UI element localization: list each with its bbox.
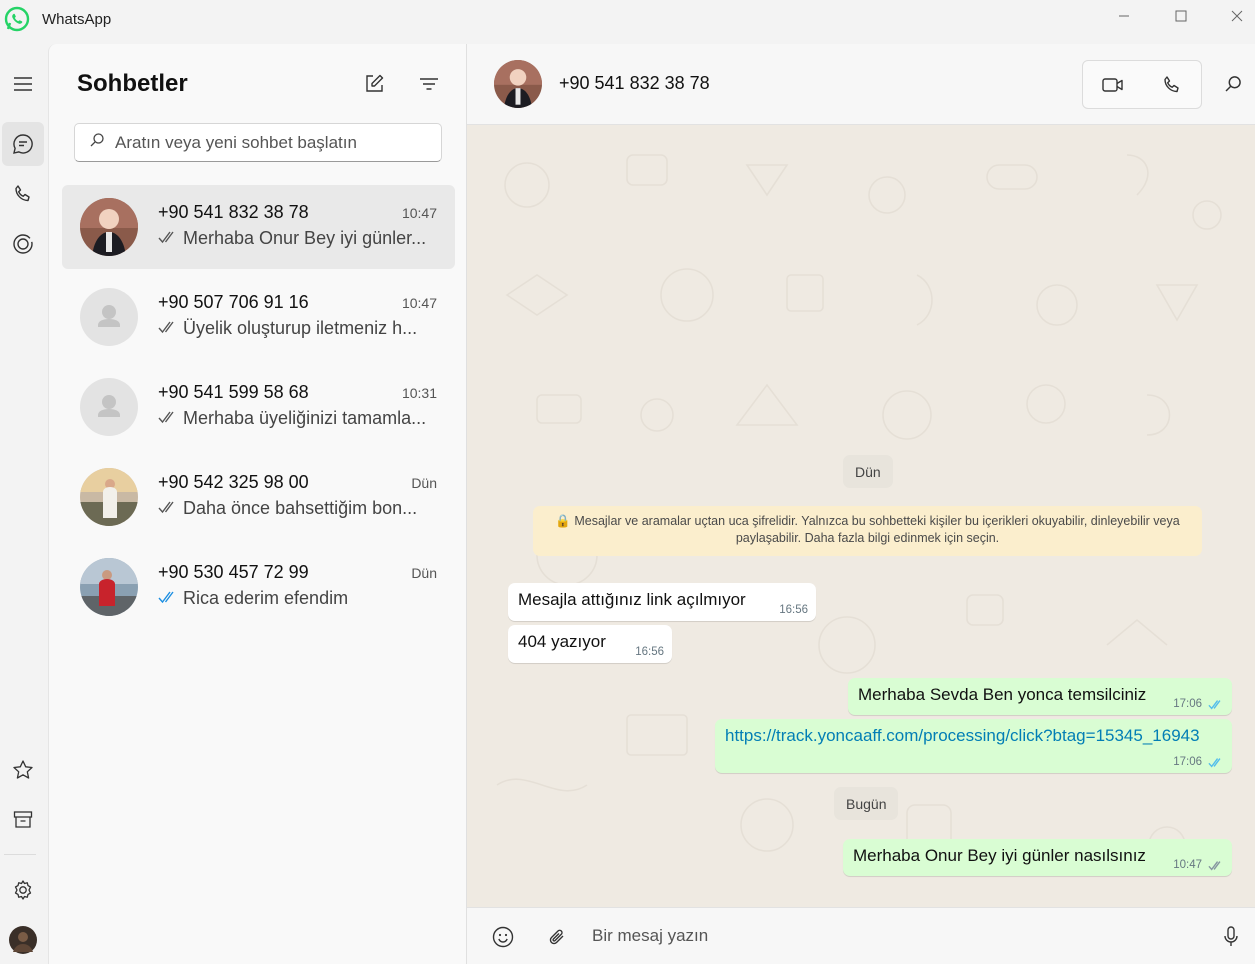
contact-avatar	[80, 198, 138, 256]
outgoing-message[interactable]: https://track.yoncaaff.com/processing/cl…	[715, 719, 1232, 773]
chat-preview: Merhaba Onur Bey iyi günler...	[158, 228, 428, 249]
double-check-icon	[1208, 860, 1221, 871]
message-time: 10:47	[1173, 859, 1202, 871]
double-check-icon	[158, 318, 178, 339]
chat-preview-text: Merhaba Onur Bey iyi günler...	[183, 228, 427, 248]
contact-name: +90 542 325 98 00	[158, 472, 309, 492]
double-check-icon	[158, 498, 178, 519]
encryption-notice[interactable]: 🔒 Mesajlar ve aramalar uçtan uca şifreli…	[533, 506, 1202, 556]
conversation-panel: +90 541 832 38 78 Dün 🔒 Mesajlar ve aram…	[467, 44, 1255, 964]
chat-time: 10:31	[401, 385, 437, 401]
chat-preview: Rica ederim efendim	[158, 588, 428, 609]
double-check-icon	[158, 408, 178, 429]
new-chat-icon[interactable]	[356, 66, 392, 102]
message-time: 17:06	[1173, 698, 1202, 710]
date-separator: Dün	[843, 455, 893, 488]
close-button[interactable]	[1209, 0, 1255, 32]
double-check-icon	[158, 228, 178, 249]
calls-nav-icon[interactable]	[2, 172, 44, 216]
message-time: 16:56	[779, 604, 808, 616]
message-composer	[467, 907, 1255, 964]
status-nav-icon[interactable]	[2, 222, 44, 266]
default-avatar-icon	[80, 378, 138, 436]
outgoing-message[interactable]: Merhaba Onur Bey iyi günler nasılsınız 1…	[843, 839, 1232, 876]
chat-list-item[interactable]: +90 507 706 91 16 10:47 Üyelik oluşturup…	[62, 275, 455, 359]
search-input[interactable]	[115, 132, 415, 153]
date-separator: Bugün	[834, 787, 899, 820]
chat-preview: Daha önce bahsettiğim bon...	[158, 498, 428, 519]
double-check-read-icon	[1208, 757, 1221, 768]
filter-icon[interactable]	[411, 66, 447, 102]
voice-call-icon[interactable]	[1142, 61, 1201, 108]
archived-chats-icon[interactable]	[2, 798, 44, 842]
outgoing-message[interactable]: Merhaba Sevda Ben yonca temsilciniz 17:0…	[848, 678, 1232, 715]
video-call-icon[interactable]	[1083, 61, 1142, 108]
chat-list-item[interactable]: +90 541 599 58 68 10:31 Merhaba üyeliğin…	[62, 365, 455, 449]
profile-avatar[interactable]	[2, 918, 44, 962]
contact-name: +90 541 832 38 78	[158, 202, 309, 222]
double-check-read-icon	[1208, 699, 1221, 710]
conversation-contact-name[interactable]: +90 541 832 38 78	[559, 73, 710, 94]
chat-time: 10:47	[401, 295, 437, 311]
chat-list-panel: Sohbetler +90 541 832 38 78 10:47 Merhab…	[48, 44, 467, 964]
message-text: 404 yazıyor	[518, 632, 606, 651]
navigation-rail	[0, 44, 48, 964]
minimize-button[interactable]	[1096, 0, 1152, 32]
search-box[interactable]	[74, 123, 442, 162]
rail-divider	[4, 854, 36, 855]
contact-name: +90 541 599 58 68	[158, 382, 309, 402]
message-link[interactable]: https://track.yoncaaff.com/processing/cl…	[725, 726, 1200, 745]
message-input[interactable]	[592, 922, 1172, 950]
incoming-message[interactable]: 404 yazıyor 16:56	[508, 625, 672, 663]
chat-preview-text: Merhaba üyeliğinizi tamamla...	[183, 408, 427, 428]
search-in-chat-icon[interactable]	[1215, 66, 1251, 102]
menu-icon[interactable]	[2, 62, 44, 106]
message-meta: 10:47	[1173, 859, 1224, 871]
message-time: 17:06	[1173, 756, 1202, 768]
contact-avatar	[80, 558, 138, 616]
message-time: 16:56	[635, 646, 664, 658]
chat-preview-text: Üyelik oluşturup iletmeniz h...	[183, 318, 418, 338]
message-text: Merhaba Sevda Ben yonca temsilciniz	[858, 685, 1147, 704]
chats-nav-icon[interactable]	[2, 122, 44, 166]
call-button-group	[1082, 60, 1202, 109]
microphone-icon[interactable]	[1213, 919, 1249, 955]
chat-preview-text: Rica ederim efendim	[183, 588, 349, 608]
chat-preview: Üyelik oluşturup iletmeniz h...	[158, 318, 428, 339]
attach-paperclip-icon[interactable]	[539, 919, 575, 955]
incoming-message[interactable]: Mesajla attığınız link açılmıyor 16:56	[508, 583, 816, 621]
message-meta: 17:06	[1173, 698, 1224, 710]
contact-avatar[interactable]	[494, 60, 542, 108]
conversation-header: +90 541 832 38 78	[467, 44, 1255, 125]
title-bar: WhatsApp	[0, 0, 1255, 44]
whatsapp-logo-icon	[4, 6, 30, 32]
chat-preview-text: Daha önce bahsettiğim bon...	[183, 498, 418, 518]
default-avatar-icon	[80, 288, 138, 346]
chat-time: Dün	[411, 475, 437, 491]
chat-time: Dün	[411, 565, 437, 581]
message-text: Merhaba Onur Bey iyi günler nasılsınız	[853, 846, 1146, 865]
settings-gear-icon[interactable]	[2, 868, 44, 912]
contact-name: +90 530 457 72 99	[158, 562, 309, 582]
search-icon	[89, 132, 105, 153]
chat-list-item[interactable]: +90 542 325 98 00 Dün Daha önce bahsetti…	[62, 455, 455, 539]
contact-name: +90 507 706 91 16	[158, 292, 309, 312]
chats-heading: Sohbetler	[77, 70, 188, 97]
message-area[interactable]: Dün 🔒 Mesajlar ve aramalar uçtan uca şif…	[467, 125, 1255, 907]
chat-time: 10:47	[401, 205, 437, 221]
double-check-read-icon	[158, 588, 178, 609]
message-text: Mesajla attığınız link açılmıyor	[518, 590, 746, 609]
chat-preview: Merhaba üyeliğinizi tamamla...	[158, 408, 428, 429]
app-title: WhatsApp	[42, 11, 112, 28]
maximize-button[interactable]	[1153, 0, 1209, 32]
message-meta: 17:06	[1173, 756, 1224, 768]
chat-list-item[interactable]: +90 530 457 72 99 Dün Rica ederim efendi…	[62, 545, 455, 629]
starred-messages-icon[interactable]	[2, 748, 44, 792]
emoji-icon[interactable]	[485, 919, 521, 955]
chat-list-item[interactable]: +90 541 832 38 78 10:47 Merhaba Onur Bey…	[62, 185, 455, 269]
contact-avatar	[80, 468, 138, 526]
